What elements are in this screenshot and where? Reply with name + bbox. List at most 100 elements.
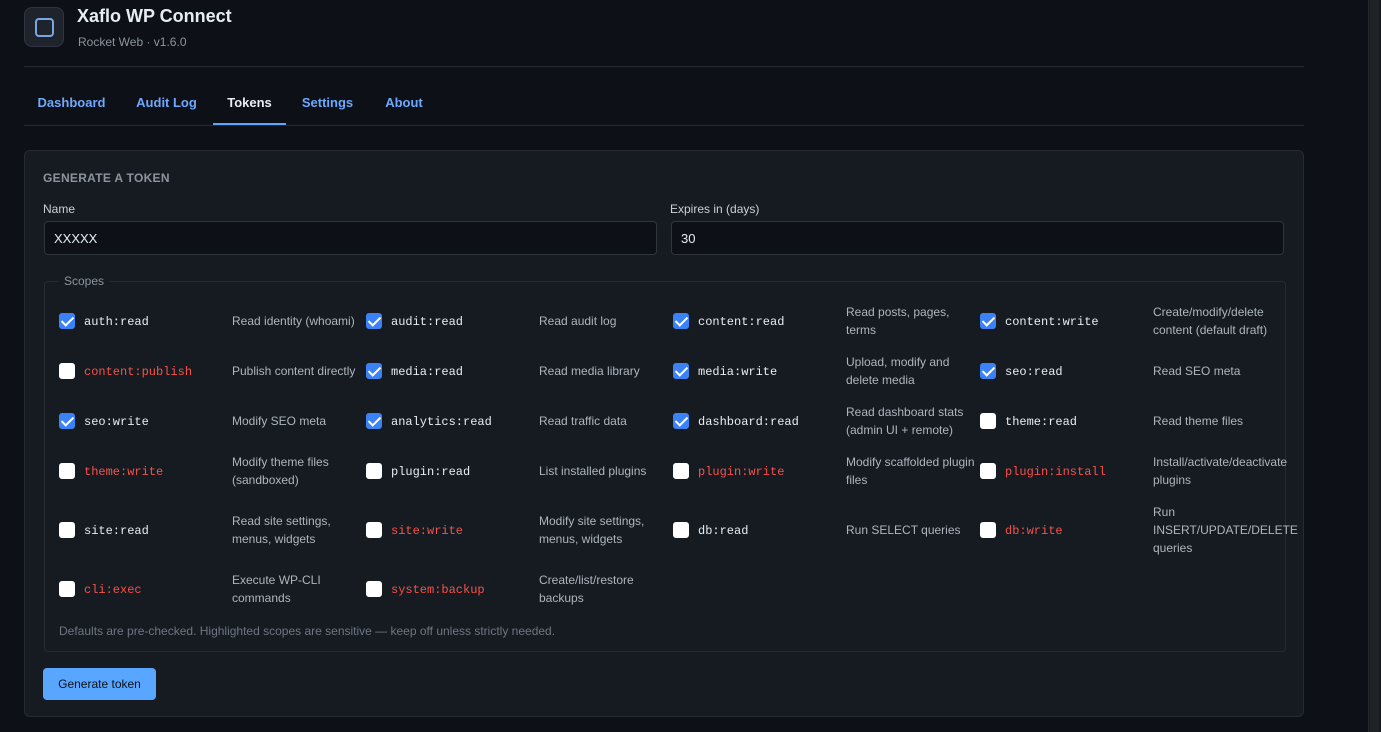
app-title: Xaflo WP Connect bbox=[77, 6, 232, 26]
scope-name: site:read bbox=[84, 524, 149, 538]
scope-name: db:read bbox=[698, 524, 749, 538]
scope-name: content:read bbox=[698, 315, 785, 329]
scope-checkbox[interactable] bbox=[980, 363, 996, 379]
scope-checkbox[interactable] bbox=[980, 413, 996, 429]
scope-checkbox[interactable] bbox=[59, 463, 75, 479]
tab-bar: Dashboard Audit Log Tokens Settings Abou… bbox=[24, 84, 1304, 126]
scope-item: seo:write Modify SEO meta bbox=[59, 403, 359, 443]
scope-description: Execute WP-CLI commands bbox=[232, 573, 321, 605]
scope-item: dashboard:read Read dashboard stats (admi… bbox=[673, 403, 973, 443]
scope-name: auth:read bbox=[84, 315, 149, 329]
scope-checkbox[interactable] bbox=[366, 413, 382, 429]
expires-input[interactable] bbox=[671, 221, 1284, 255]
section-title: GENERATE A TOKEN bbox=[43, 171, 170, 185]
tab-settings[interactable]: Settings bbox=[294, 84, 361, 125]
scope-name: content:write bbox=[1005, 315, 1099, 329]
scope-checkbox[interactable] bbox=[366, 363, 382, 379]
scope-name: site:write bbox=[391, 524, 464, 538]
scope-name: seo:read bbox=[1005, 365, 1063, 379]
scope-checkbox[interactable] bbox=[59, 522, 75, 538]
page-scrollbar[interactable] bbox=[1368, 0, 1381, 732]
scope-checkbox[interactable] bbox=[59, 363, 75, 379]
scope-description: Run INSERT/UPDATE/DELETE queries bbox=[1153, 505, 1298, 555]
scope-item: content:read Read posts, pages, terms bbox=[673, 303, 973, 343]
scope-item: site:read Read site settings, menus, widg… bbox=[59, 503, 359, 561]
scope-item: media:read Read media library bbox=[366, 353, 666, 393]
scrollbar-thumb[interactable] bbox=[1370, 0, 1379, 732]
scope-checkbox[interactable] bbox=[673, 463, 689, 479]
scopes-hint: Defaults are pre-checked. Highlighted sc… bbox=[59, 624, 556, 638]
scope-name: analytics:read bbox=[391, 415, 492, 429]
tab-audit-log[interactable]: Audit Log bbox=[129, 84, 204, 125]
scope-checkbox[interactable] bbox=[366, 463, 382, 479]
scope-description: Install/activate/deactivate plugins bbox=[1153, 455, 1288, 487]
scope-item: system:backup Create/list/restore backups bbox=[366, 571, 666, 611]
scope-checkbox[interactable] bbox=[59, 313, 75, 329]
scope-item: content:write Create/modify/delete conten… bbox=[980, 303, 1280, 343]
scopes-fieldset: Scopes auth:read Read identity (whoami) au… bbox=[44, 274, 1298, 652]
scope-item: theme:read Read theme files bbox=[980, 403, 1280, 443]
scope-item: db:read Run SELECT queries bbox=[673, 503, 973, 561]
scope-checkbox[interactable] bbox=[673, 522, 689, 538]
tab-about[interactable]: About bbox=[376, 84, 432, 125]
scope-description: Create/modify/delete content (default dr… bbox=[1153, 305, 1268, 337]
scope-item: site:write Modify site settings, menus, w… bbox=[366, 503, 666, 561]
scope-description: Publish content directly bbox=[232, 364, 356, 378]
scope-description: Modify theme files (sandboxed) bbox=[232, 455, 329, 487]
scope-description: Read site settings, menus, widgets bbox=[232, 514, 331, 546]
scope-checkbox[interactable] bbox=[59, 413, 75, 429]
scope-item: audit:read Read audit log bbox=[366, 303, 666, 343]
scope-name: audit:read bbox=[391, 315, 464, 329]
scope-name: db:write bbox=[1005, 524, 1063, 538]
scope-item: auth:read Read identity (whoami) bbox=[59, 303, 359, 343]
scope-description: Read dashboard stats (admin UI + remote) bbox=[846, 405, 964, 437]
tab-tokens[interactable]: Tokens bbox=[213, 84, 286, 125]
scope-item: plugin:install Install/activate/deactivat… bbox=[980, 453, 1288, 493]
scope-description: Modify site settings, menus, widgets bbox=[539, 514, 645, 546]
scope-item: theme:write Modify theme files (sandboxed… bbox=[59, 453, 359, 493]
scope-checkbox[interactable] bbox=[366, 581, 382, 597]
scope-description: Modify SEO meta bbox=[232, 414, 327, 428]
scope-checkbox[interactable] bbox=[980, 313, 996, 329]
scope-checkbox[interactable] bbox=[59, 581, 75, 597]
scope-description: Read traffic data bbox=[539, 414, 627, 428]
scope-name: plugin:read bbox=[391, 465, 471, 479]
app-logo-icon bbox=[24, 7, 64, 47]
name-label: Name bbox=[43, 202, 76, 216]
scope-checkbox[interactable] bbox=[673, 413, 689, 429]
scope-item: cli:exec Execute WP-CLI commands bbox=[59, 571, 359, 611]
scope-checkbox[interactable] bbox=[673, 363, 689, 379]
scope-item: content:publish Publish content directly bbox=[59, 353, 359, 393]
scope-name: plugin:write bbox=[698, 465, 785, 479]
scope-description: Read audit log bbox=[539, 314, 617, 328]
scope-checkbox[interactable] bbox=[980, 522, 996, 538]
name-input[interactable] bbox=[44, 221, 657, 255]
scope-description: Upload, modify and delete media bbox=[846, 355, 950, 387]
scope-name: media:write bbox=[698, 365, 778, 379]
scope-checkbox[interactable] bbox=[980, 463, 996, 479]
tab-dashboard[interactable]: Dashboard bbox=[24, 84, 119, 125]
scope-description: Read identity (whoami) bbox=[232, 314, 355, 328]
scope-checkbox[interactable] bbox=[366, 522, 382, 538]
scope-description: Modify scaffolded plugin files bbox=[846, 455, 975, 487]
scope-item: media:write Upload, modify and delete med… bbox=[673, 353, 973, 393]
scope-name: dashboard:read bbox=[698, 415, 799, 429]
scope-name: system:backup bbox=[391, 583, 485, 597]
app-subtitle: Rocket Web · v1.6.0 bbox=[78, 35, 187, 49]
scope-description: Read posts, pages, terms bbox=[846, 305, 950, 337]
scope-description: Read media library bbox=[539, 364, 640, 378]
scopes-legend: Scopes bbox=[58, 274, 111, 288]
scope-name: seo:write bbox=[84, 415, 149, 429]
scope-name: plugin:install bbox=[1005, 465, 1106, 479]
scope-checkbox[interactable] bbox=[673, 313, 689, 329]
scope-item: analytics:read Read traffic data bbox=[366, 403, 666, 443]
scope-item: db:write Run INSERT/UPDATE/DELETE queries bbox=[980, 503, 1298, 561]
scope-checkbox[interactable] bbox=[366, 313, 382, 329]
scope-name: cli:exec bbox=[84, 583, 142, 597]
scope-name: content:publish bbox=[84, 365, 193, 379]
app-header: Xaflo WP Connect Rocket Web · v1.6.0 bbox=[24, 0, 1304, 67]
scope-item: plugin:write Modify scaffolded plugin fil… bbox=[673, 453, 975, 493]
scope-name: theme:write bbox=[84, 465, 164, 479]
generate-token-button[interactable]: Generate token bbox=[43, 668, 156, 700]
scope-item: seo:read Read SEO meta bbox=[980, 353, 1280, 393]
